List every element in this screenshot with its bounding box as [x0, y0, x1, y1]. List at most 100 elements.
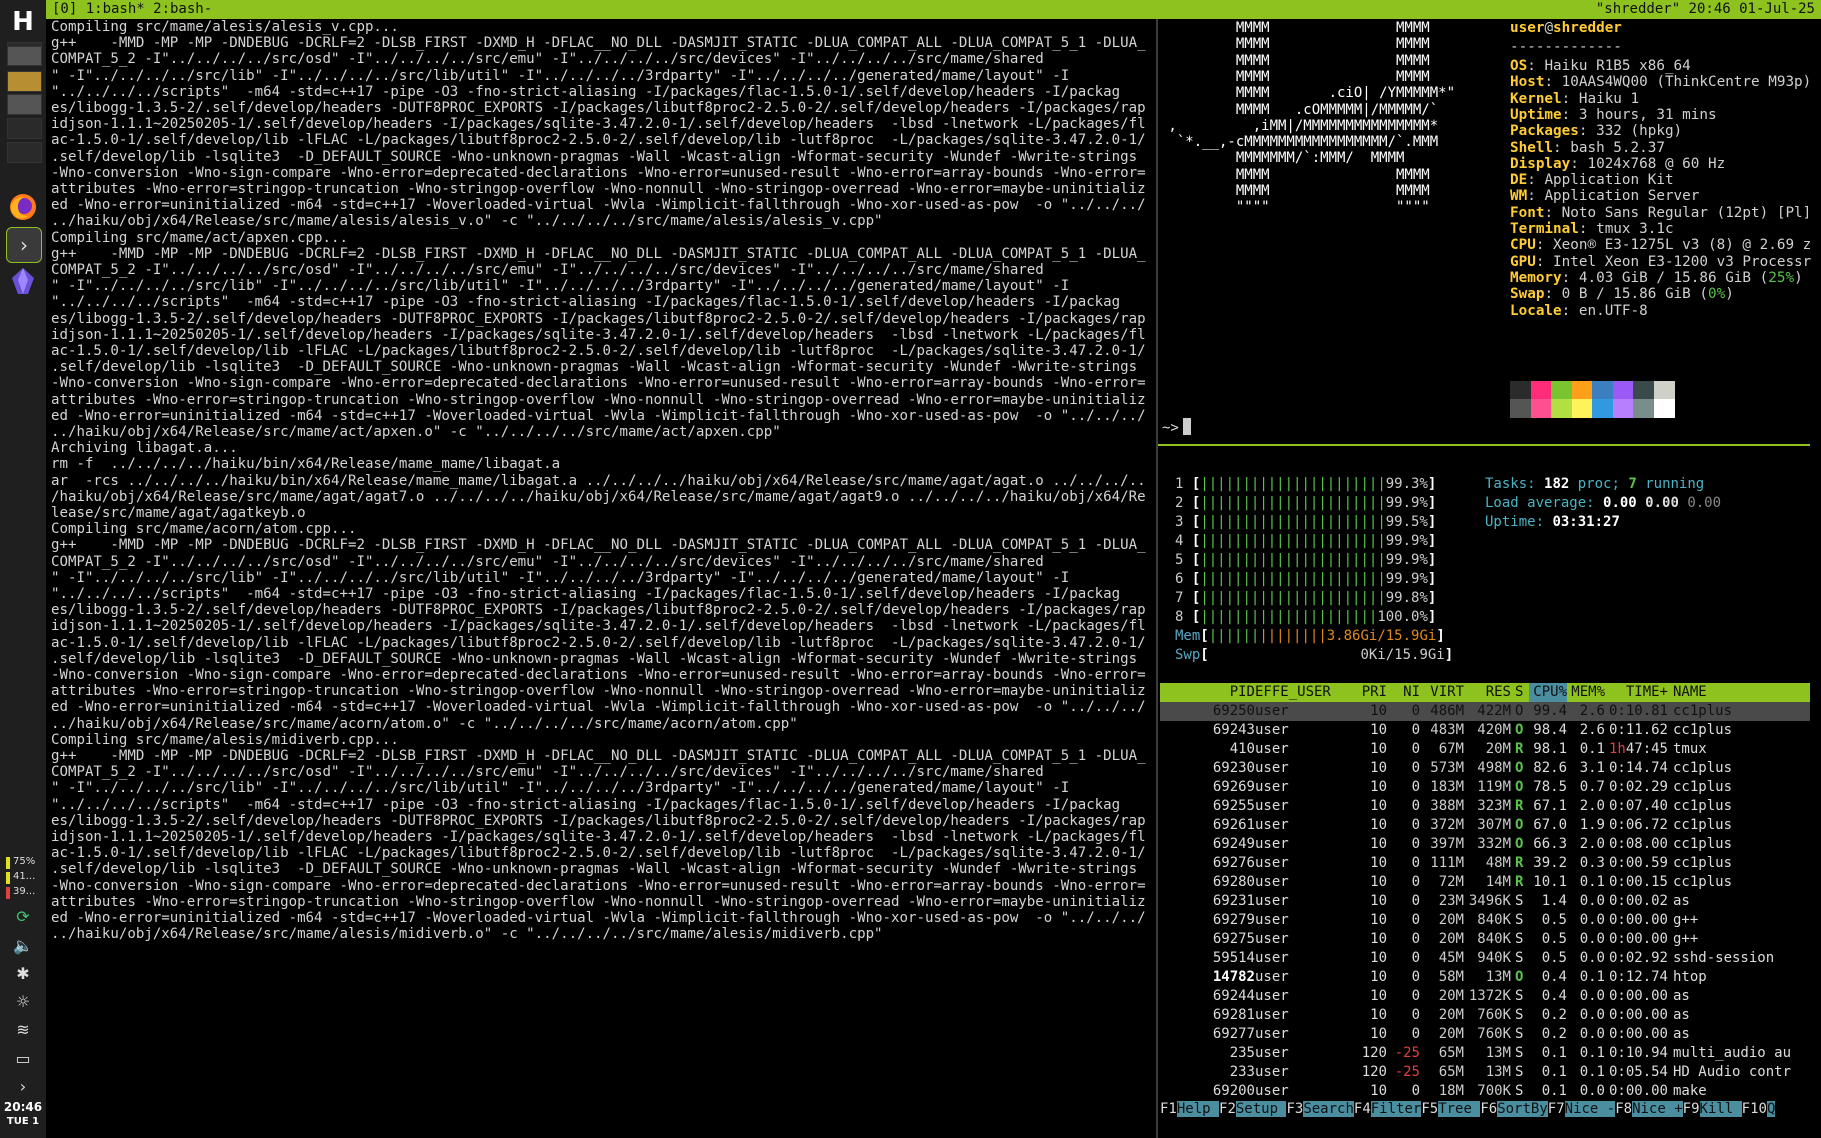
- fkey-label[interactable]: Nice -: [1564, 1101, 1616, 1117]
- wifi-icon[interactable]: ≋: [12, 1019, 34, 1041]
- log-line: ac-1.5.0-1/.self/develop/lib -lFLAC -L/p…: [51, 343, 1146, 359]
- fkey-f8[interactable]: F8: [1615, 1101, 1632, 1117]
- color-swatch: [1592, 381, 1613, 400]
- process-pri: 10: [1370, 912, 1387, 928]
- fkey-f3[interactable]: F3: [1286, 1101, 1303, 1117]
- info-value: 10AAS4WQ00 (ThinkCentre M93p): [1561, 74, 1812, 91]
- process-row[interactable]: 233 user 120 -25 65M 13M S 0.1 0.1 0:05.54 HD Audi…: [1160, 1063, 1810, 1082]
- fkey-f9[interactable]: F9: [1683, 1101, 1700, 1117]
- fkey-f1[interactable]: F1: [1160, 1101, 1177, 1117]
- process-row[interactable]: 69200 user 10 0 18M 700K S 0.1 0.0 0:00.00 make: [1160, 1082, 1810, 1101]
- fkey-f5[interactable]: F5: [1421, 1101, 1438, 1117]
- process-row[interactable]: 69230 user 10 0 573M 498M O 82.6 3.1 0:14.74 cc1pl…: [1160, 759, 1810, 778]
- brightness-icon[interactable]: ☼: [12, 991, 34, 1013]
- process-row[interactable]: 59514 user 10 0 45M 940K S 0.5 0.0 0:02.92 sshd-se…: [1160, 949, 1810, 968]
- log-line: ed -Wno-error=uninitialized -m64 -std=c+…: [51, 197, 1146, 214]
- bluetooth-icon[interactable]: ✱: [12, 963, 34, 985]
- process-row[interactable]: 69280 user 10 0 72M 14M R 10.1 0.1 0:00.15 cc1plus: [1160, 873, 1810, 892]
- clock-time[interactable]: 20:46: [0, 1100, 46, 1114]
- cpu-bracket: ]: [1427, 533, 1437, 549]
- column-header-cpu[interactable]: CPU%: [1529, 683, 1567, 702]
- battery-icon[interactable]: ▭: [12, 1048, 34, 1070]
- process-row[interactable]: 69276 user 10 0 111M 48M R 39.2 0.3 0:00.59 cc1plu…: [1160, 854, 1810, 873]
- cpu-bar: ||||||||||||||||||||||: [1200, 571, 1386, 587]
- info-key: Swap: [1510, 286, 1545, 303]
- cpu-meter-7: 7 [||||||||||||||||||||||99.8%]: [1175, 589, 1436, 608]
- process-row[interactable]: 69269 user 10 0 183M 119M O 78.5 0.7 0:02.29 cc1pl…: [1160, 778, 1810, 797]
- fkey-label[interactable]: Tree: [1438, 1101, 1481, 1117]
- compile-log-pane[interactable]: Compiling src/mame/alesis/alesis_v.cpp..…: [46, 19, 1154, 1138]
- expand-tray-icon[interactable]: ›: [12, 1076, 34, 1098]
- column-header-pri[interactable]: PRI: [1335, 683, 1387, 702]
- process-s: S: [1515, 988, 1524, 1004]
- process-name: as: [1673, 1026, 1690, 1042]
- process-row[interactable]: 69275 user 10 0 20M 840K S 0.5 0.0 0:00.00 g++: [1160, 930, 1810, 949]
- process-ni: 0: [1411, 798, 1420, 814]
- log-line: ar -rcs ../../../../haiku/bin/x64/Releas…: [51, 472, 1146, 489]
- fkey-label[interactable]: SortBy: [1497, 1101, 1548, 1117]
- fkey-f7[interactable]: F7: [1548, 1101, 1565, 1117]
- log-line: .self/develop/lib -lsqlite3 -D_DEFAULT_S…: [51, 359, 1138, 376]
- workspace-6[interactable]: [7, 142, 42, 163]
- fkey-label[interactable]: Nice +: [1632, 1101, 1683, 1117]
- column-header-virt[interactable]: VIRT: [1420, 683, 1464, 702]
- process-mem: 2.6: [1579, 703, 1605, 719]
- disk-meter-label: 39...: [13, 886, 36, 897]
- cpu-meter-2: 2 [||||||||||||||||||||||99.9%]: [1175, 494, 1436, 513]
- workspace-3[interactable]: [7, 71, 42, 92]
- firefox-icon[interactable]: [6, 190, 40, 224]
- column-header-ni[interactable]: NI: [1387, 683, 1420, 702]
- process-res: 13M: [1485, 1064, 1511, 1080]
- column-header-res[interactable]: RES: [1464, 683, 1511, 702]
- color-swatch: [1571, 381, 1593, 400]
- shell-prompt[interactable]: ~>: [1162, 418, 1191, 436]
- app-crystal-icon[interactable]: [6, 264, 40, 298]
- fkey-label[interactable]: Setup: [1235, 1101, 1287, 1117]
- process-row[interactable]: 69249 user 10 0 397M 332M O 66.3 2.0 0:08.00 cc1pl…: [1160, 835, 1810, 854]
- column-header-name[interactable]: NAME: [1673, 683, 1813, 702]
- process-row[interactable]: 69281 user 10 0 20M 760K S 0.2 0.0 0:00.00 as: [1160, 1006, 1810, 1025]
- terminal-icon[interactable]: ›: [6, 227, 42, 263]
- fkey-label[interactable]: Help: [1176, 1101, 1220, 1117]
- fkey-label[interactable]: Q: [1766, 1101, 1776, 1117]
- color-swatch: [1592, 399, 1613, 418]
- workspace-5[interactable]: [7, 118, 42, 139]
- process-row[interactable]: 410 user 10 0 67M 20M R 98.1 0.1 1h47:45 tmux: [1160, 740, 1810, 759]
- cpu-bar: ||||||||||||||||||||||: [1200, 476, 1386, 492]
- process-row[interactable]: 69261 user 10 0 372M 307M O 67.0 1.9 0:06.72 cc1pl…: [1160, 816, 1810, 835]
- haiku-logo-icon[interactable]: H: [9, 8, 37, 36]
- process-time: 0:00.02: [1608, 893, 1668, 909]
- process-s: O: [1515, 703, 1524, 719]
- fkey-f6[interactable]: F6: [1480, 1101, 1497, 1117]
- column-header-pid[interactable]: PID: [1200, 683, 1255, 702]
- cpu-bar: ||||||||||||||||||||||: [1200, 495, 1386, 511]
- process-row[interactable]: 235 user 120 -25 65M 13M S 0.1 0.1 0:10.94 multi_a…: [1160, 1044, 1810, 1063]
- process-row[interactable]: 69244 user 10 0 20M 1372K S 0.4 0.0 0:00.00 as: [1160, 987, 1810, 1006]
- workspace-4[interactable]: [7, 94, 42, 115]
- process-row[interactable]: 69243 user 10 0 483M 420M O 98.4 2.6 0:11.62 cc1pl…: [1160, 721, 1810, 740]
- volume-icon[interactable]: 🔈: [12, 935, 34, 957]
- column-header-s[interactable]: S: [1515, 683, 1529, 702]
- workspace-2[interactable]: [7, 46, 42, 66]
- log-line: attributes -Wno-error=stringop-truncatio…: [51, 683, 1146, 700]
- process-row[interactable]: 69277 user 10 0 20M 760K S 0.2 0.0 0:00.00 as: [1160, 1025, 1810, 1044]
- process-row[interactable]: 69279 user 10 0 20M 840K S 0.5 0.0 0:00.00 g++: [1160, 911, 1810, 930]
- process-row[interactable]: 69255 user 10 0 388M 323M R 67.1 2.0 0:07.40 cc1pl…: [1160, 797, 1810, 816]
- tmux-window-list[interactable]: [0] 1:bash* 2:bash-: [52, 0, 212, 19]
- fkey-label[interactable]: Filter: [1370, 1101, 1422, 1117]
- fkey-f10[interactable]: F10: [1742, 1101, 1767, 1117]
- process-s: S: [1515, 1026, 1524, 1042]
- fkey-label[interactable]: Kill: [1699, 1101, 1742, 1117]
- fkey-f2[interactable]: F2: [1219, 1101, 1236, 1117]
- fkey-f4[interactable]: F4: [1354, 1101, 1371, 1117]
- fkey-label[interactable]: Search: [1303, 1101, 1354, 1117]
- process-row[interactable]: 69231 user 10 0 23M 3496K S 1.4 0.0 0:00.02 as: [1160, 892, 1810, 911]
- column-header-mem[interactable]: MEM%: [1567, 683, 1605, 702]
- neofetch-pane[interactable]: MMMM MMMM MMMM MMMM MMMM MMMM MMMM MMMM …: [1160, 19, 1821, 439]
- swap-value: 0Ki/15.9Gi: [1360, 647, 1445, 663]
- process-row[interactable]: 14782 user 10 0 58M 13M O 0.4 0.1 0:12.74 htop: [1160, 968, 1810, 987]
- column-header-effeuser[interactable]: EFFE_USER: [1255, 683, 1335, 702]
- column-header-time[interactable]: TIME+: [1605, 683, 1668, 702]
- network-sync-icon[interactable]: ⟳: [12, 906, 34, 928]
- process-row[interactable]: 69250 user 10 0 486M 422M O 99.4 2.6 0:10.81 cc1pl…: [1160, 702, 1810, 721]
